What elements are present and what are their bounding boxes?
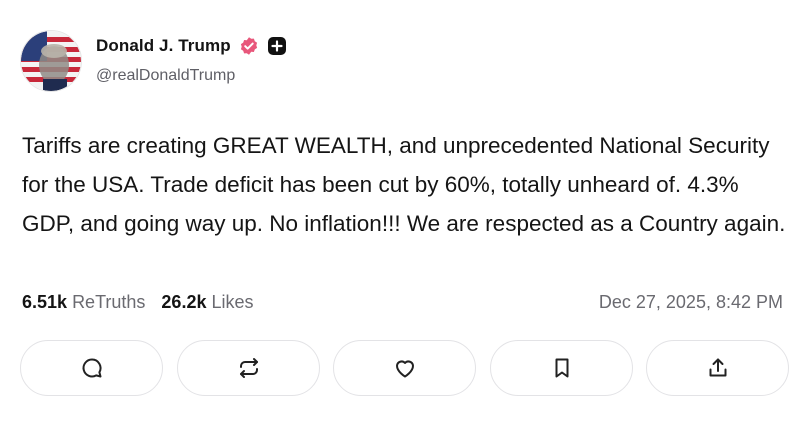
retruths-stat[interactable]: 6.51k ReTruths: [22, 292, 145, 312]
avatar[interactable]: [20, 30, 82, 92]
likes-stat[interactable]: 26.2k Likes: [161, 292, 253, 312]
reply-icon: [82, 358, 102, 378]
verified-icon: [239, 36, 259, 56]
plus-icon: [267, 36, 287, 56]
engagement-stats: 6.51k ReTruths 26.2k Likes: [22, 292, 254, 313]
bookmark-icon: [555, 358, 568, 378]
avatar-image: [21, 31, 81, 91]
post-timestamp[interactable]: Dec 27, 2025, 8:42 PM: [599, 292, 783, 313]
author-name-row: Donald J. Trump: [96, 36, 287, 56]
post-card: Donald J. Trump @realDonaldTrump Tariffs…: [0, 0, 800, 430]
post-text: Tariffs are creating GREAT WEALTH, and u…: [22, 133, 786, 236]
share-icon: [709, 358, 726, 377]
retruth-button[interactable]: [177, 340, 320, 396]
bookmark-button[interactable]: [490, 340, 633, 396]
retruths-count: 6.51k: [22, 292, 68, 312]
like-icon: [395, 360, 414, 378]
share-button[interactable]: [646, 340, 789, 396]
likes-count: 26.2k: [161, 292, 207, 312]
likes-label: Likes: [211, 292, 254, 312]
reply-button[interactable]: [20, 340, 163, 396]
author-handle[interactable]: @realDonaldTrump: [96, 67, 235, 85]
retruth-icon: [239, 358, 258, 378]
like-button[interactable]: [333, 340, 476, 396]
retruths-label: ReTruths: [72, 292, 146, 312]
author-name[interactable]: Donald J. Trump: [96, 36, 231, 56]
